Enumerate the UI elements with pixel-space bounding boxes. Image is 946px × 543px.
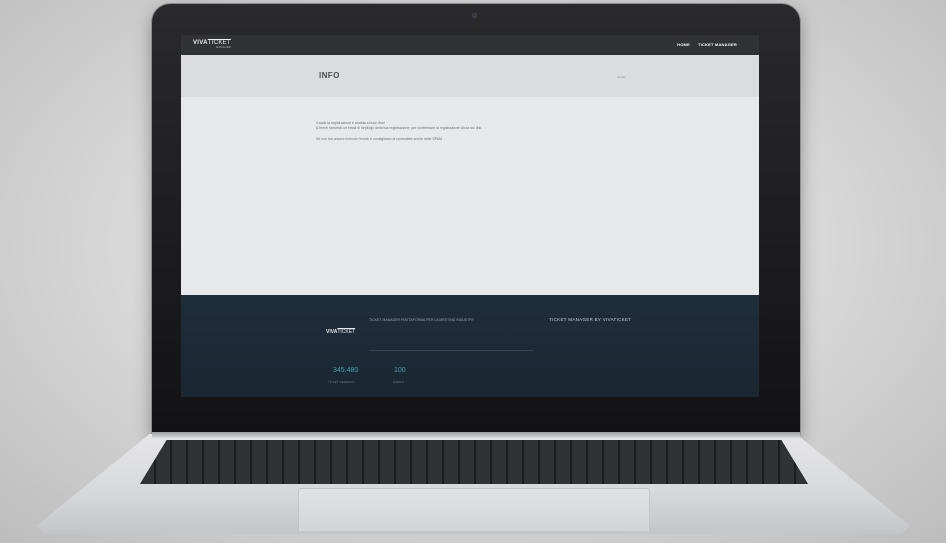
footer-logo[interactable]: VIVATICKET: [326, 329, 355, 335]
nav-link-ticket-manager[interactable]: TICKET MANAGER: [698, 42, 737, 47]
browser-viewport: VIVATICKET MANAGER HOME TICKET MANAGER I…: [181, 35, 759, 397]
site-logo[interactable]: VIVATICKET MANAGER: [193, 40, 231, 50]
camera-icon: [472, 13, 477, 18]
footer-divider: [369, 350, 534, 351]
keyboard: [140, 440, 808, 484]
trackpad: [298, 488, 650, 531]
top-navbar: VIVATICKET MANAGER HOME TICKET MANAGER: [181, 35, 759, 55]
footer-logo-viva: VIVA: [326, 329, 338, 335]
confirmation-line-3: Se non hai ancora ricevuto l'email, ti c…: [316, 137, 443, 141]
confirmation-line-2: A breve riceverai un email di riepilogo …: [316, 126, 483, 130]
stat-events-value: 100: [394, 367, 406, 374]
laptop-hinge: [152, 432, 800, 438]
stat-events-label: EVENTI: [393, 380, 404, 384]
site-footer: VIVATICKET TICKET MANAGER PIATTAFORMA PE…: [181, 295, 759, 397]
screen-bezel-bottom: [152, 397, 800, 437]
page-title-bar: INFO Home: [181, 55, 759, 97]
footer-logo-ticket: TICKET: [337, 329, 356, 335]
logo-subtitle: MANAGER: [216, 46, 231, 49]
footer-heading: TICKET MANAGER BY VIVATICKET: [549, 317, 632, 322]
confirmation-line-1: Grazie la registrazione è andata a buon …: [316, 121, 385, 125]
nav-link-home[interactable]: HOME: [677, 42, 690, 47]
footer-tagline: TICKET MANAGER PIATTAFORMA PER LA MEETIN…: [369, 318, 475, 322]
breadcrumb-home[interactable]: Home: [617, 75, 625, 79]
logo-viva-text: VIVA: [193, 40, 208, 46]
stat-tickets-label: TICKET GENERATI: [328, 380, 355, 384]
main-content: Grazie la registrazione è andata a buon …: [181, 97, 759, 295]
nav-menu: HOME TICKET MANAGER: [677, 42, 737, 47]
laptop-lid: VIVATICKET MANAGER HOME TICKET MANAGER I…: [152, 4, 800, 437]
page-title: INFO: [319, 71, 340, 80]
stat-tickets-value: 345.480: [333, 367, 359, 374]
